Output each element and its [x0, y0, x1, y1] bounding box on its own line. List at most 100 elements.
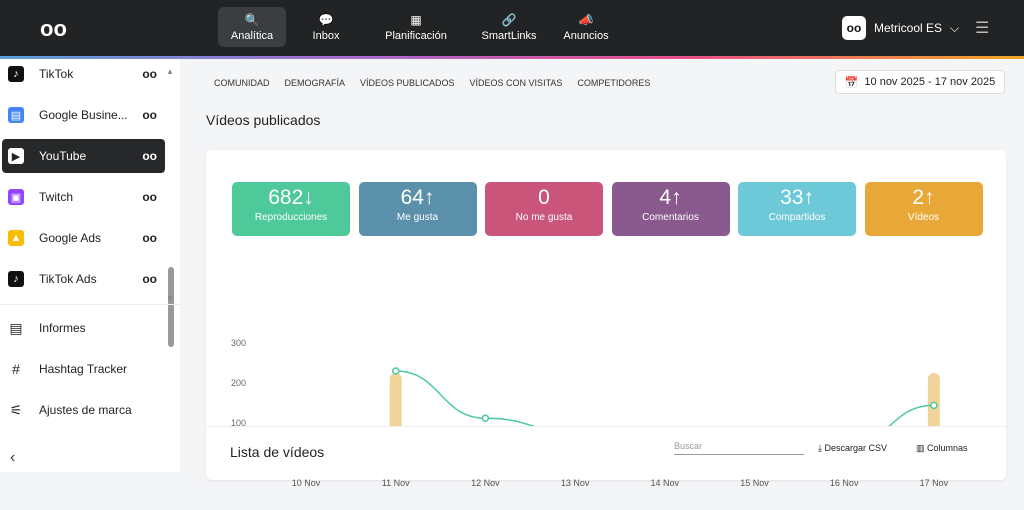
scroll-up-icon[interactable]: ▲	[166, 67, 174, 76]
kpi-card: 64↑ Me gusta	[358, 182, 477, 236]
sidebar: ▲ ▼ ‹ ♪ TikTok oo ▤ Google Busine... oo ▶ YouTu…	[0, 59, 180, 472]
tab[interactable]: VÍDEOS PUBLICADOS	[360, 78, 455, 88]
kpi-label: Reproducciones	[254, 212, 328, 223]
y-tick-label: 200	[231, 378, 246, 388]
connected-icon: oo	[142, 190, 157, 204]
search-input[interactable]: Buscar	[674, 441, 804, 455]
video-list-header: Lista de vídeos Buscar ⤓ Descargar CSV ▥…	[206, 426, 1006, 476]
connected-icon: oo	[142, 272, 157, 286]
data-point[interactable]	[391, 367, 400, 375]
x-tick-label: 14 Nov	[651, 478, 680, 488]
sidebar-item-youtube[interactable]: ▶ YouTube oo	[2, 139, 165, 173]
tool-icon: ▤	[9, 319, 23, 336]
x-tick-label: 10 Nov	[292, 478, 321, 488]
x-tick-label: 16 Nov	[830, 478, 859, 488]
sidebar-item-tiktok[interactable]: ♪ TikTok Ads oo	[2, 262, 165, 296]
nav-anuncios[interactable]: 📣 Anuncios	[552, 7, 620, 47]
date-range-text: 10 nov 2025 - 17 nov 2025	[864, 76, 996, 88]
video-list-title: Lista de vídeos	[230, 444, 325, 460]
kpi-card: 33↑ Compartidos	[738, 182, 856, 236]
kpi-card: 2↑ Vídeos	[864, 182, 983, 236]
date-range-picker[interactable]: 📅 10 nov 2025 - 17 nov 2025	[835, 70, 1005, 94]
nav-icon: 🔍	[244, 12, 260, 27]
sidebar-tool[interactable]: # Hashtag Tracker	[2, 352, 165, 386]
main-nav: 🔍 Analítica 💬 Inbox ▦ Planificación 🔗 SmartLink…	[218, 7, 620, 47]
metricool-logo[interactable]: oo	[40, 16, 67, 42]
network-icon: ▲	[8, 230, 24, 246]
chevron-down-icon: ⌵	[950, 20, 960, 35]
x-tick-label: 15 Nov	[740, 478, 769, 488]
section-title: Vídeos publicados	[206, 112, 321, 128]
sidebar-item-google[interactable]: ▲ Google Ads oo	[2, 221, 165, 255]
network-icon: ▣	[8, 189, 24, 205]
kpi-value: 682	[268, 186, 304, 209]
kpi-value: 4	[659, 186, 672, 209]
tab[interactable]: COMUNIDAD	[214, 78, 270, 88]
kpi-value: 2	[912, 186, 925, 209]
nav-analítica[interactable]: 🔍 Analítica	[218, 7, 286, 47]
collapse-sidebar-icon[interactable]: ‹	[10, 449, 15, 467]
kpi-label: Compartidos	[768, 212, 826, 223]
download-csv-button[interactable]: ⤓ Descargar CSV	[818, 443, 887, 454]
kpi-label: Vídeos	[907, 212, 940, 223]
nav-inbox[interactable]: 💬 Inbox	[292, 7, 360, 47]
kpi-label: No me gusta	[515, 212, 573, 223]
calendar-icon: 📅	[844, 76, 859, 89]
nav-icon: 🔗	[501, 12, 517, 27]
sidebar-item-twitch[interactable]: ▣ Twitch oo	[2, 180, 165, 214]
nav-icon: ▦	[410, 12, 422, 27]
connected-icon: oo	[142, 149, 157, 163]
kpi-label: Comentarios	[642, 212, 699, 223]
sidebar-tool[interactable]: ⚟ Ajustes de marca	[2, 393, 165, 427]
kpi-value: 0	[538, 186, 550, 209]
kpi-value: 33	[780, 186, 804, 209]
hamburger-menu-icon[interactable]: ☰	[975, 18, 989, 38]
trend-arrow-icon: ↑	[423, 186, 435, 209]
tool-icon: #	[12, 361, 20, 377]
x-tick-label: 11 Nov	[382, 478, 410, 488]
tab[interactable]: DEMOGRAFÍA	[285, 78, 346, 88]
sidebar-item-google[interactable]: ▤ Google Busine... oo	[2, 98, 165, 132]
sidebar-item-tiktok[interactable]: ♪ TikTok oo	[2, 57, 165, 91]
connected-icon: oo	[142, 231, 157, 245]
tab[interactable]: COMPETIDORES	[577, 78, 650, 88]
connected-icon: oo	[142, 108, 157, 122]
kpi-value: 64	[400, 186, 424, 209]
x-tick-label: 12 Nov	[471, 478, 500, 488]
account-avatar: oo	[842, 16, 866, 40]
nav-icon: 📣	[578, 12, 594, 27]
divider	[0, 304, 180, 305]
nav-planificación[interactable]: ▦ Planificación	[366, 7, 466, 47]
scroll-down-icon[interactable]: ▼	[166, 294, 174, 303]
nav-icon: 💬	[318, 12, 334, 27]
account-switcher[interactable]: oo Metricool ES ⌵	[842, 16, 959, 40]
network-icon: ▶	[8, 148, 24, 164]
network-icon: ♪	[8, 271, 24, 287]
x-tick-label: 13 Nov	[561, 478, 590, 488]
trend-arrow-icon: ↑	[671, 186, 682, 209]
kpi-card: 4↑ Comentarios	[611, 182, 730, 236]
nav-smartlinks[interactable]: 🔗 SmartLinks	[472, 7, 546, 47]
data-point[interactable]	[930, 401, 938, 410]
account-name: Metricool ES	[874, 21, 943, 35]
trend-arrow-icon: ↓	[303, 186, 314, 209]
trend-arrow-icon: ↑	[924, 186, 935, 209]
columns-icon: ▥	[916, 443, 928, 453]
main-content: COMUNIDAD DEMOGRAFÍA VÍDEOS PUBLICADOS VÍDE…	[190, 59, 1024, 488]
analytics-tabs: COMUNIDAD DEMOGRAFÍA VÍDEOS PUBLICADOS VÍDE…	[214, 78, 650, 88]
top-bar: oo 🔍 Analítica 💬 Inbox ▦ Planificación 🔗 SmartL…	[0, 0, 1024, 56]
network-icon: ♪	[8, 66, 24, 82]
network-icon: ▤	[8, 107, 24, 123]
y-tick-label: 300	[231, 338, 246, 348]
trend-arrow-icon: ↑	[803, 186, 814, 209]
kpi-label: Me gusta	[396, 212, 439, 223]
sidebar-scrollbar[interactable]	[168, 267, 174, 347]
kpi-card: 682↓ Reproducciones	[232, 182, 350, 236]
tab[interactable]: VÍDEOS CON VISITAS	[470, 78, 563, 88]
connected-icon: oo	[142, 67, 157, 81]
sidebar-tool[interactable]: ▤ Informes	[2, 311, 165, 345]
x-tick-label: 17 Nov	[920, 478, 949, 488]
columns-button[interactable]: ▥ Columnas	[916, 443, 968, 454]
tool-icon: ⚟	[9, 401, 23, 418]
data-point[interactable]	[481, 414, 490, 422]
